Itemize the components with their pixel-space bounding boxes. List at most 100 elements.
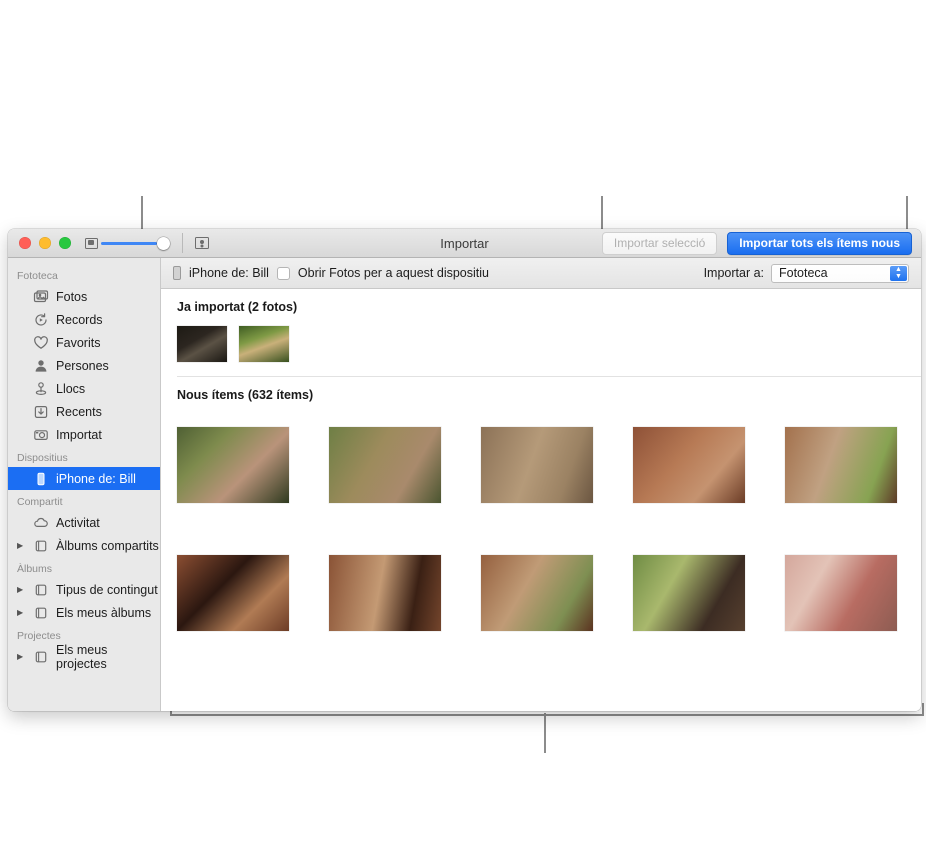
thumbnail[interactable] bbox=[481, 427, 593, 503]
sidebar-section-header-albums: Àlbums bbox=[17, 563, 53, 575]
heart-icon bbox=[33, 335, 49, 351]
import-all-button[interactable]: Importar tots els ítems nous bbox=[727, 231, 912, 255]
close-button[interactable] bbox=[19, 237, 31, 249]
grid-cell bbox=[177, 427, 289, 503]
thumbnail[interactable] bbox=[177, 427, 289, 503]
minimize-button[interactable] bbox=[39, 237, 51, 249]
album-icon bbox=[33, 605, 49, 621]
open-photos-checkbox-label: Obrir Fotos per a aquest dispositiu bbox=[297, 266, 489, 280]
sidebar-item-label: Tipus de contingut bbox=[56, 582, 158, 597]
grid-cell bbox=[329, 555, 441, 631]
device-name-label: iPhone de: Bill bbox=[189, 266, 269, 280]
zoom-button[interactable] bbox=[59, 237, 71, 249]
sidebar-item-activitat[interactable]: ▶ Activitat bbox=[8, 511, 160, 534]
thumbnail[interactable] bbox=[177, 555, 289, 631]
sidebar-item-tipus-de-contingut[interactable]: ▶ Tipus de contingut bbox=[8, 578, 160, 601]
chevron-updown-icon: ▲ ▼ bbox=[890, 265, 907, 281]
sidebar-section-header-fototeca: Fototeca bbox=[17, 270, 58, 282]
iphone-icon bbox=[33, 471, 49, 487]
thumbnail[interactable] bbox=[633, 555, 745, 631]
device-toolbar: iPhone de: Bill Obrir Fotos per a aquest… bbox=[161, 258, 921, 289]
new-items-callout-stem bbox=[544, 713, 546, 753]
import-scroll-area[interactable]: Ja importat (2 fotos) Nous ítems (632 ít… bbox=[161, 289, 921, 711]
new-items-grid bbox=[161, 402, 921, 631]
thumbnail[interactable] bbox=[785, 427, 897, 503]
person-icon bbox=[33, 358, 49, 374]
slider-knob[interactable] bbox=[157, 236, 170, 250]
imported-camera-icon bbox=[33, 427, 49, 443]
photos-icon bbox=[33, 289, 49, 305]
import-to-value: Fototeca bbox=[779, 266, 828, 280]
people-view-icon[interactable] bbox=[195, 237, 209, 249]
sidebar-item-favorits[interactable]: ▶ Favorits bbox=[8, 331, 160, 354]
thumbnail[interactable] bbox=[329, 427, 441, 503]
chevron-right-icon[interactable]: ▶ bbox=[17, 608, 26, 617]
grid-cell bbox=[481, 427, 593, 503]
sidebar-item-persones[interactable]: ▶ Persones bbox=[8, 354, 160, 377]
thumbnail[interactable] bbox=[177, 326, 227, 362]
sidebar-item-label: iPhone de: Bill bbox=[56, 471, 136, 486]
chevron-right-icon[interactable]: ▶ bbox=[17, 652, 26, 661]
album-icon bbox=[33, 582, 49, 598]
grid-cell bbox=[785, 427, 897, 503]
sidebar: Fototeca ▶ Fotos ▶ Records ▶ bbox=[8, 258, 161, 711]
sidebar-item-records[interactable]: ▶ Records bbox=[8, 308, 160, 331]
sidebar-item-els-meus-albums[interactable]: ▶ Els meus àlbums bbox=[8, 601, 160, 624]
thumbnail[interactable] bbox=[785, 555, 897, 631]
sidebar-item-fotos[interactable]: ▶ Fotos bbox=[8, 285, 160, 308]
sidebar-item-label: Importat bbox=[56, 427, 102, 442]
photos-import-window: Importar Importar selecció Importar tots… bbox=[8, 229, 921, 711]
grid-cell bbox=[785, 555, 897, 631]
grid-cell bbox=[481, 555, 593, 631]
toolbar-actions: Importar selecció Importar tots els ítem… bbox=[601, 231, 921, 255]
thumbnail[interactable] bbox=[481, 555, 593, 631]
grid-cell bbox=[633, 555, 745, 631]
thumbnail[interactable] bbox=[329, 555, 441, 631]
chevron-right-icon[interactable]: ▶ bbox=[17, 585, 26, 594]
sidebar-item-label: Persones bbox=[56, 358, 109, 373]
sidebar-item-label: Àlbums compartits bbox=[56, 538, 159, 553]
places-pin-icon bbox=[33, 381, 49, 397]
chevron-right-icon[interactable]: ▶ bbox=[17, 541, 26, 550]
sidebar-item-albums-compartits[interactable]: ▶ Àlbums compartits bbox=[8, 534, 160, 557]
open-photos-checkbox[interactable] bbox=[276, 266, 290, 280]
album-icon bbox=[33, 649, 49, 665]
import-to-select[interactable]: Fototeca ▲ ▼ bbox=[771, 263, 909, 283]
slider-track[interactable] bbox=[101, 241, 170, 245]
cloud-icon bbox=[33, 515, 49, 531]
thumbnail[interactable] bbox=[239, 326, 289, 362]
sidebar-item-label: Llocs bbox=[56, 381, 86, 396]
thumbnail-size-slider[interactable] bbox=[85, 236, 170, 250]
memories-icon bbox=[33, 312, 49, 328]
sidebar-item-label: Els meus àlbums bbox=[56, 605, 152, 620]
new-items-title: Nous ítems (632 ítems) bbox=[177, 388, 314, 402]
grid-cell bbox=[177, 555, 289, 631]
album-icon bbox=[33, 538, 49, 554]
sidebar-item-importat[interactable]: ▶ Importat bbox=[8, 423, 160, 446]
grid-cell bbox=[329, 427, 441, 503]
thumbnail-size-icon bbox=[85, 237, 98, 249]
thumbnail[interactable] bbox=[633, 427, 745, 503]
sidebar-item-els-meus-projectes[interactable]: ▶ Els meus projectes bbox=[8, 642, 160, 671]
sidebar-item-label: Records bbox=[56, 312, 103, 327]
window-titlebar: Importar Importar selecció Importar tots… bbox=[8, 229, 921, 258]
iphone-icon bbox=[173, 266, 181, 280]
sidebar-item-label: Favorits bbox=[56, 335, 101, 350]
sidebar-section-header-dispositius: Dispositius bbox=[17, 452, 68, 464]
sidebar-item-recents[interactable]: ▶ Recents bbox=[8, 400, 160, 423]
sidebar-item-llocs[interactable]: ▶ Llocs bbox=[8, 377, 160, 400]
already-imported-thumbnails bbox=[161, 314, 921, 376]
sidebar-item-iphone-de-bill[interactable]: ▶ iPhone de: Bill bbox=[8, 467, 160, 490]
sidebar-item-label: Els meus projectes bbox=[56, 642, 108, 671]
grid-cell bbox=[633, 427, 745, 503]
sidebar-item-label: Activitat bbox=[56, 515, 100, 530]
window-body: Fototeca ▶ Fotos ▶ Records ▶ bbox=[8, 258, 921, 711]
import-selection-button[interactable]: Importar selecció bbox=[601, 231, 718, 255]
sidebar-section-header-compartit: Compartit bbox=[17, 496, 63, 508]
recents-download-icon bbox=[33, 404, 49, 420]
sidebar-item-label: Recents bbox=[56, 404, 102, 419]
content-pane: iPhone de: Bill Obrir Fotos per a aquest… bbox=[161, 258, 921, 711]
toolbar-divider bbox=[182, 233, 183, 253]
sidebar-item-label: Fotos bbox=[56, 289, 88, 304]
import-to-group: Importar a: Fototeca ▲ ▼ bbox=[704, 263, 909, 283]
